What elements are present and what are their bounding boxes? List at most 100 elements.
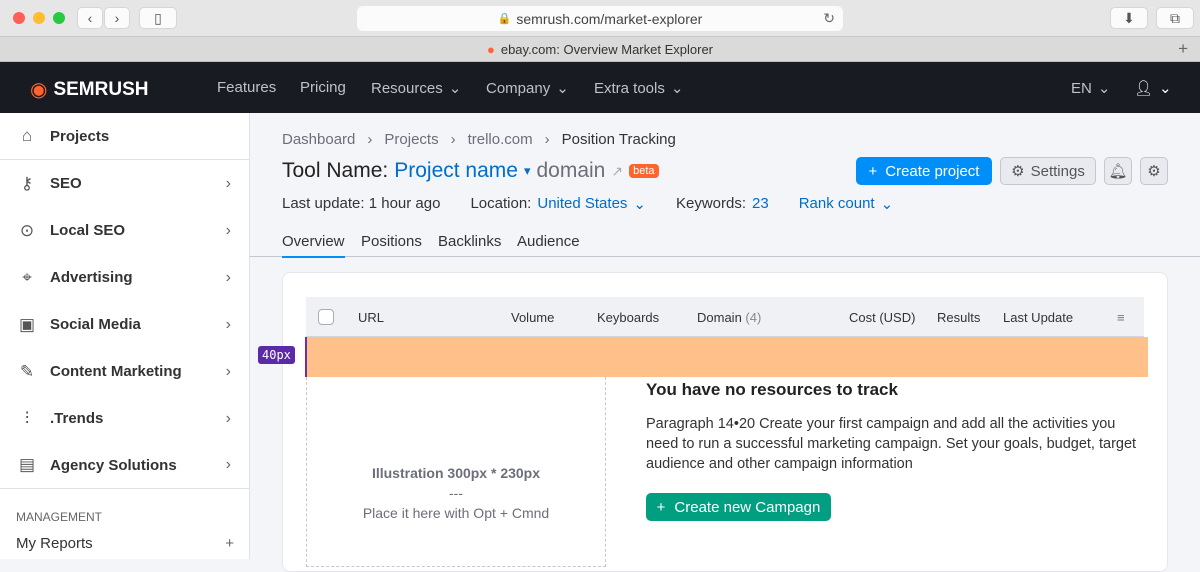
download-icon[interactable]: ⬇ — [1110, 7, 1148, 29]
spacer-marker — [305, 337, 307, 377]
lock-icon: 🔒 — [497, 13, 512, 25]
nav-features[interactable]: Features — [217, 79, 276, 96]
chevron-down-icon: ⌄ — [880, 196, 894, 213]
create-project-button[interactable]: + Create project — [856, 157, 992, 185]
social-icon: ▣ — [18, 314, 36, 334]
maximize-window-button[interactable] — [53, 12, 65, 24]
target-icon: ⌖ — [22, 267, 32, 287]
map-pin-icon: ⊙ — [19, 220, 35, 240]
top-nav: ◉ SEMRUSH Features Pricing Resources ⌄ Com… — [0, 62, 1200, 113]
column-cost[interactable]: Cost (USD) — [849, 310, 915, 325]
browser-tab[interactable]: ● ebay.com: Overview Market Explorer + — [0, 37, 1200, 62]
home-icon: ⌂ — [21, 126, 33, 145]
sidebar-toggle-icon[interactable]: ▯ — [139, 7, 177, 29]
plus-icon: + — [656, 498, 666, 516]
project-select[interactable]: Project name — [394, 159, 518, 183]
empty-description: Paragraph 14•20 Create your first campai… — [646, 416, 1137, 472]
create-campaign-button[interactable]: + Create new Campagn — [646, 493, 831, 521]
external-link-icon: ↗ — [611, 162, 624, 179]
page-title: Tool Name: Project name ▾ domain ↗ beta — [282, 159, 659, 183]
select-all-checkbox[interactable] — [318, 309, 334, 325]
gear-icon: ⚙ — [1011, 163, 1025, 180]
gear-icon[interactable]: ⚙ — [1140, 157, 1168, 185]
new-tab-button[interactable]: + — [1178, 39, 1188, 59]
sidebar-item-agency-solutions[interactable]: ▤ Agency Solutions › — [0, 442, 249, 489]
breadcrumb-projects[interactable]: Projects — [384, 131, 438, 148]
illustration-placeholder: Illustration 300px * 230px --- Place it he… — [306, 377, 606, 567]
chevron-right-icon: › — [225, 268, 231, 286]
user-menu[interactable]: 👤︎ ⌄ — [1134, 79, 1172, 97]
sidebar-item-trends[interactable]: ⫶ .Trends › — [0, 395, 249, 442]
logo-icon: ◉ — [30, 79, 48, 101]
rank-count-select[interactable]: Rank count — [799, 195, 875, 213]
chevron-down-icon: ⌄ — [670, 80, 684, 97]
sidebar-item-seo[interactable]: ⚷ SEO › — [0, 160, 249, 207]
close-window-button[interactable] — [13, 12, 25, 24]
nav-company[interactable]: Company ⌄ — [486, 79, 569, 98]
meta-row: Last update: 1 hour ago Location: United … — [282, 195, 894, 213]
user-icon: 👤︎ — [1134, 80, 1154, 97]
tab-title: ebay.com: Overview Market Explorer — [500, 41, 714, 57]
browser-toolbar: ‹ › ▯ 🔒 semrush.com/market-explorer ↻ ⬇ ⧉ — [0, 0, 1200, 37]
minimize-window-button[interactable] — [33, 12, 45, 24]
sidebar-item-local-seo[interactable]: ⊙ Local SEO › — [0, 207, 249, 254]
tab-backlinks[interactable]: Backlinks — [438, 233, 501, 250]
semrush-favicon: ● — [486, 41, 495, 57]
spacer-highlight — [306, 337, 1148, 377]
nav-pricing[interactable]: Pricing — [300, 79, 346, 96]
location-select[interactable]: United States — [537, 195, 627, 213]
breadcrumb-dashboard[interactable]: Dashboard — [282, 131, 355, 148]
reload-icon[interactable]: ↻ — [823, 10, 835, 27]
empty-title: You have no resources to track — [646, 380, 898, 399]
chevron-down-icon: ⌄ — [1097, 80, 1111, 97]
chevron-right-icon: › — [225, 362, 231, 380]
keywords-count[interactable]: 23 — [752, 195, 769, 213]
sidebar-item-social-media[interactable]: ▣ Social Media › — [0, 301, 249, 348]
bar-chart-icon: ⫶ — [24, 408, 30, 428]
beta-badge: beta — [629, 164, 659, 178]
column-url[interactable]: URL — [358, 310, 384, 325]
tab-audience[interactable]: Audience — [517, 233, 580, 250]
column-results[interactable]: Results — [937, 310, 980, 325]
domain-link[interactable]: domain — [536, 159, 605, 183]
url-text: semrush.com/market-explorer — [516, 10, 703, 27]
nav-resources[interactable]: Resources ⌄ — [371, 79, 462, 98]
forward-button[interactable]: › — [104, 7, 130, 29]
chevron-right-icon: › — [225, 409, 231, 427]
plus-icon: + — [225, 535, 234, 552]
tabs-divider — [250, 256, 1200, 257]
language-select[interactable]: EN ⌄ — [1071, 79, 1111, 98]
sidebar: ⌂ Projects ⚷ SEO › ⊙ Local SEO › ⌖ Advertising… — [0, 113, 250, 559]
chevron-right-icon: › — [225, 315, 231, 333]
semrush-logo[interactable]: ◉ SEMRUSH — [30, 77, 148, 102]
breadcrumb: Dashboard › Projects › trello.com › Positio… — [282, 131, 676, 148]
column-last-update[interactable]: Last Update — [1003, 310, 1073, 325]
sidebar-item-advertising[interactable]: ⌖ Advertising › — [0, 254, 249, 301]
tabs-overview-icon[interactable]: ⧉ — [1156, 7, 1194, 29]
chevron-right-icon: › — [225, 456, 231, 473]
sidebar-item-my-reports[interactable]: My Reports + — [16, 535, 234, 552]
sort-icon[interactable]: ≡ — [1117, 310, 1125, 325]
column-domain[interactable]: Domain (4) — [697, 310, 761, 325]
column-keyboards[interactable]: Keyboards — [597, 310, 659, 325]
section-label: MANAGEMENT — [16, 510, 103, 524]
sidebar-item-content-marketing[interactable]: ✎ Content Marketing › — [0, 348, 249, 395]
spacer-label: 40px — [258, 346, 295, 364]
chevron-right-icon: › — [225, 221, 231, 239]
document-icon: ▤ — [18, 455, 36, 474]
breadcrumb-domain[interactable]: trello.com — [468, 131, 533, 148]
sidebar-item-projects[interactable]: ⌂ Projects — [0, 113, 249, 160]
chevron-down-icon: ⌄ — [633, 196, 646, 213]
tab-positions[interactable]: Positions — [361, 233, 422, 250]
chevron-down-icon: ⌄ — [448, 80, 462, 97]
tab-overview[interactable]: Overview — [282, 233, 345, 258]
nav-extra-tools[interactable]: Extra tools ⌄ — [594, 79, 684, 98]
breadcrumb-current: Position Tracking — [561, 131, 676, 148]
address-bar[interactable]: 🔒 semrush.com/market-explorer ↻ — [357, 6, 843, 31]
chevron-down-icon: ⌄ — [1159, 80, 1172, 97]
bell-icon[interactable]: 🔔︎ — [1104, 157, 1132, 185]
back-button[interactable]: ‹ — [77, 7, 103, 29]
key-icon: ⚷ — [20, 173, 34, 193]
settings-button[interactable]: ⚙ Settings — [1000, 157, 1096, 185]
column-volume[interactable]: Volume — [511, 310, 554, 325]
